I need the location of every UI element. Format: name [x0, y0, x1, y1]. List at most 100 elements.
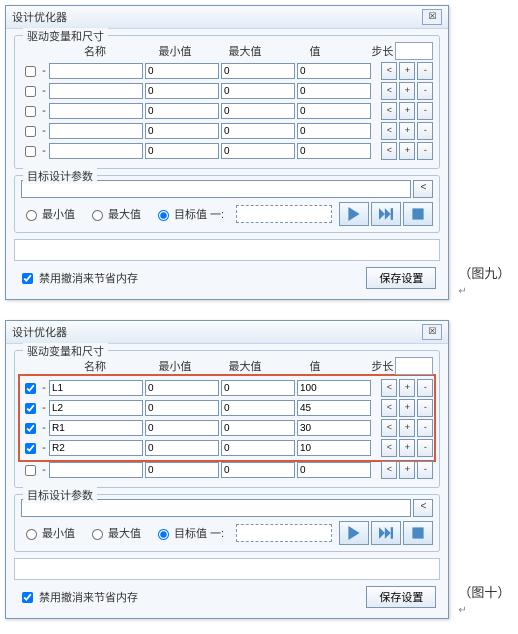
plus-button[interactable]: +: [399, 399, 415, 417]
lt-button[interactable]: <: [381, 122, 397, 140]
max-input[interactable]: [221, 103, 295, 119]
plus-button[interactable]: +: [399, 379, 415, 397]
value-input[interactable]: [297, 123, 371, 139]
plus-button[interactable]: +: [399, 142, 415, 160]
step-input[interactable]: [395, 42, 433, 60]
minus-button[interactable]: -: [417, 419, 433, 437]
name-input[interactable]: [49, 143, 143, 159]
name-input[interactable]: [49, 420, 143, 436]
row-checkbox[interactable]: [25, 146, 36, 157]
radio-max[interactable]: 最大值: [87, 206, 141, 222]
min-input[interactable]: [145, 63, 219, 79]
radio-target[interactable]: 目标值 一:: [153, 206, 224, 222]
row-checkbox[interactable]: [25, 383, 36, 394]
step-input[interactable]: [395, 357, 433, 375]
name-input[interactable]: [49, 462, 143, 478]
minus-button[interactable]: -: [417, 379, 433, 397]
min-input[interactable]: [145, 143, 219, 159]
min-input[interactable]: [145, 400, 219, 416]
max-input[interactable]: [221, 440, 295, 456]
radio-min[interactable]: 最小值: [21, 525, 75, 541]
lt-button[interactable]: <: [381, 142, 397, 160]
row-checkbox[interactable]: [25, 66, 36, 77]
minus-button[interactable]: -: [417, 461, 433, 479]
min-input[interactable]: [145, 103, 219, 119]
value-input[interactable]: [297, 103, 371, 119]
minus-button[interactable]: -: [417, 62, 433, 80]
plus-button[interactable]: +: [399, 122, 415, 140]
value-input[interactable]: [297, 400, 371, 416]
value-input[interactable]: [297, 440, 371, 456]
name-input[interactable]: [49, 103, 143, 119]
max-input[interactable]: [221, 143, 295, 159]
name-input[interactable]: [49, 440, 143, 456]
name-input[interactable]: [49, 83, 143, 99]
max-input[interactable]: [221, 123, 295, 139]
row-checkbox[interactable]: [25, 86, 36, 97]
min-input[interactable]: [145, 420, 219, 436]
name-input[interactable]: [49, 380, 143, 396]
param-lt-button[interactable]: <: [413, 180, 433, 198]
max-input[interactable]: [221, 63, 295, 79]
minus-button[interactable]: -: [417, 142, 433, 160]
value-input[interactable]: [297, 420, 371, 436]
plus-button[interactable]: +: [399, 461, 415, 479]
lt-button[interactable]: <: [381, 461, 397, 479]
disable-undo-checkbox[interactable]: 禁用撤消来节省内存: [18, 589, 138, 606]
skip-button[interactable]: [371, 202, 401, 226]
skip-button[interactable]: [371, 521, 401, 545]
min-input[interactable]: [145, 123, 219, 139]
min-input[interactable]: [145, 462, 219, 478]
play-button[interactable]: [339, 521, 369, 545]
close-icon[interactable]: ☒: [422, 324, 442, 340]
max-input[interactable]: [221, 400, 295, 416]
lt-button[interactable]: <: [381, 82, 397, 100]
save-button[interactable]: 保存设置: [366, 267, 436, 289]
row-checkbox[interactable]: [25, 443, 36, 454]
plus-button[interactable]: +: [399, 62, 415, 80]
plus-button[interactable]: +: [399, 82, 415, 100]
min-input[interactable]: [145, 83, 219, 99]
lt-button[interactable]: <: [381, 379, 397, 397]
radio-max[interactable]: 最大值: [87, 525, 141, 541]
row-checkbox[interactable]: [25, 126, 36, 137]
min-input[interactable]: [145, 440, 219, 456]
row-checkbox[interactable]: [25, 403, 36, 414]
plus-button[interactable]: +: [399, 102, 415, 120]
lt-button[interactable]: <: [381, 102, 397, 120]
value-input[interactable]: [297, 143, 371, 159]
lt-button[interactable]: <: [381, 419, 397, 437]
max-input[interactable]: [221, 380, 295, 396]
lt-button[interactable]: <: [381, 62, 397, 80]
stop-button[interactable]: [403, 202, 433, 226]
minus-button[interactable]: -: [417, 82, 433, 100]
target-value-input[interactable]: [236, 524, 332, 542]
row-checkbox[interactable]: [25, 106, 36, 117]
play-button[interactable]: [339, 202, 369, 226]
minus-button[interactable]: -: [417, 122, 433, 140]
row-checkbox[interactable]: [25, 423, 36, 434]
max-input[interactable]: [221, 462, 295, 478]
close-icon[interactable]: ☒: [422, 9, 442, 25]
minus-button[interactable]: -: [417, 439, 433, 457]
radio-min[interactable]: 最小值: [21, 206, 75, 222]
lt-button[interactable]: <: [381, 439, 397, 457]
plus-button[interactable]: +: [399, 419, 415, 437]
value-input[interactable]: [297, 462, 371, 478]
disable-undo-checkbox[interactable]: 禁用撤消来节省内存: [18, 270, 138, 287]
minus-button[interactable]: -: [417, 399, 433, 417]
value-input[interactable]: [297, 83, 371, 99]
target-value-input[interactable]: [236, 205, 332, 223]
max-input[interactable]: [221, 83, 295, 99]
name-input[interactable]: [49, 400, 143, 416]
value-input[interactable]: [297, 380, 371, 396]
stop-button[interactable]: [403, 521, 433, 545]
value-input[interactable]: [297, 63, 371, 79]
plus-button[interactable]: +: [399, 439, 415, 457]
max-input[interactable]: [221, 420, 295, 436]
minus-button[interactable]: -: [417, 102, 433, 120]
min-input[interactable]: [145, 380, 219, 396]
save-button[interactable]: 保存设置: [366, 586, 436, 608]
row-checkbox[interactable]: [25, 465, 36, 476]
name-input[interactable]: [49, 63, 143, 79]
